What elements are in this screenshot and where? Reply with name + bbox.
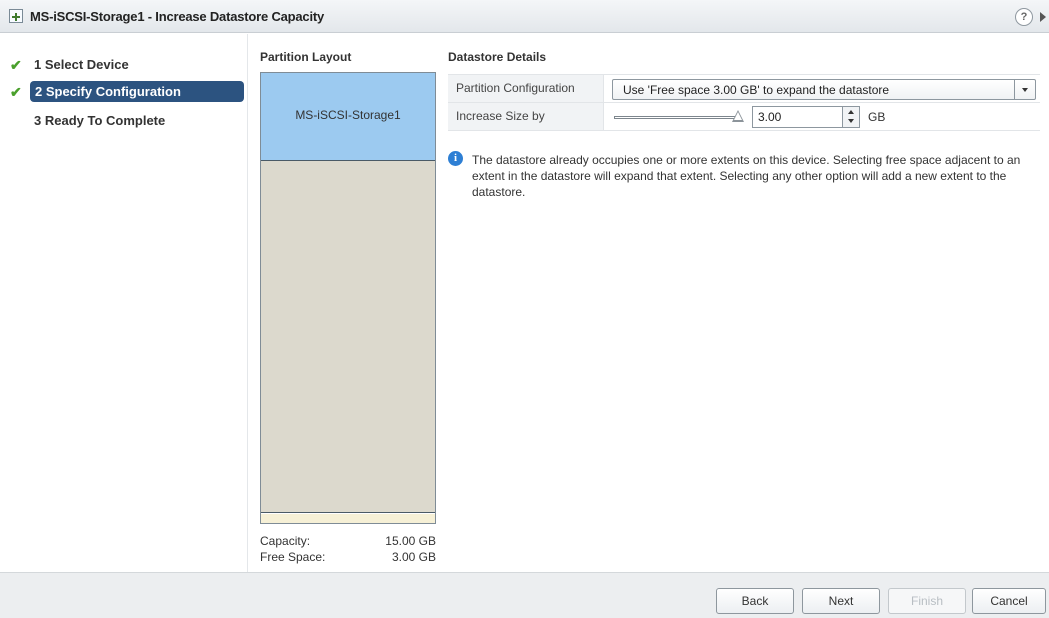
window-title: MS-iSCSI-Storage1 - Increase Datastore C… <box>30 9 325 24</box>
increase-size-row: Increase Size by 3.00 GB <box>448 103 1040 131</box>
wizard-footer: Back Next Finish Cancel <box>0 572 1049 618</box>
datastore-details-title: Datastore Details <box>448 50 547 64</box>
increase-size-label: Increase Size by <box>448 103 604 130</box>
used-partition: MS-iSCSI-Storage1 <box>261 73 435 161</box>
partition-config-value: Use 'Free space 3.00 GB' to expand the d… <box>623 83 890 97</box>
collapse-icon[interactable] <box>1040 12 1046 22</box>
spin-down-icon[interactable] <box>848 119 854 123</box>
increase-size-value: 3.00 <box>758 110 782 124</box>
datastore-details-grid: Partition Configuration Use 'Free space … <box>448 74 1040 131</box>
back-button[interactable]: Back <box>716 588 794 614</box>
nav-step-label: 3 Ready To Complete <box>34 113 166 128</box>
used-partition-label: MS-iSCSI-Storage1 <box>295 108 401 122</box>
title-bar: MS-iSCSI-Storage1 - Increase Datastore C… <box>0 0 1049 33</box>
dropdown-arrow-icon[interactable] <box>1014 80 1035 99</box>
nav-step-specify-configuration[interactable]: ✔ 2 Specify Configuration <box>10 81 246 103</box>
nav-step-label: 2 Specify Configuration <box>30 81 244 102</box>
increase-size-spinner[interactable] <box>842 107 859 127</box>
partition-stats: Capacity: 15.00 GB Free Space: 3.00 GB <box>260 533 436 565</box>
cancel-button[interactable]: Cancel <box>972 588 1046 614</box>
increase-size-input[interactable]: 3.00 <box>752 106 860 128</box>
slider-thumb-icon[interactable] <box>732 110 744 122</box>
free-space-label: Free Space: <box>260 550 326 564</box>
partition-bar: MS-iSCSI-Storage1 <box>260 72 436 524</box>
capacity-label: Capacity: <box>260 534 311 548</box>
partition-remainder <box>261 514 435 523</box>
check-icon: ✔ <box>10 57 22 73</box>
help-icon[interactable]: ? <box>1015 8 1033 26</box>
spin-up-icon[interactable] <box>848 110 854 114</box>
nav-step-select-device[interactable]: ✔ 1 Select Device <box>10 54 246 76</box>
free-space-value: 3.00 GB <box>391 550 436 564</box>
next-button[interactable]: Next <box>802 588 880 614</box>
partition-config-row: Partition Configuration Use 'Free space … <box>448 75 1040 103</box>
check-icon: ✔ <box>10 84 22 100</box>
nav-step-ready-to-complete[interactable]: 3 Ready To Complete <box>10 110 246 132</box>
nav-step-label: 1 Select Device <box>34 57 129 72</box>
partition-config-label: Partition Configuration <box>448 75 604 102</box>
info-message: The datastore already occupies one or mo… <box>472 153 1021 199</box>
info-icon: i <box>448 151 463 166</box>
increase-size-unit: GB <box>868 110 886 124</box>
window-icon <box>9 9 23 23</box>
wizard-nav: ✔ 1 Select Device ✔ 2 Specify Configurat… <box>0 34 248 572</box>
increase-size-slider[interactable] <box>614 116 738 119</box>
partition-config-select[interactable]: Use 'Free space 3.00 GB' to expand the d… <box>612 79 1036 100</box>
partition-layout-title: Partition Layout <box>260 50 352 64</box>
finish-button[interactable]: Finish <box>888 588 966 614</box>
free-partition <box>261 161 435 513</box>
capacity-value: 15.00 GB <box>385 534 436 548</box>
